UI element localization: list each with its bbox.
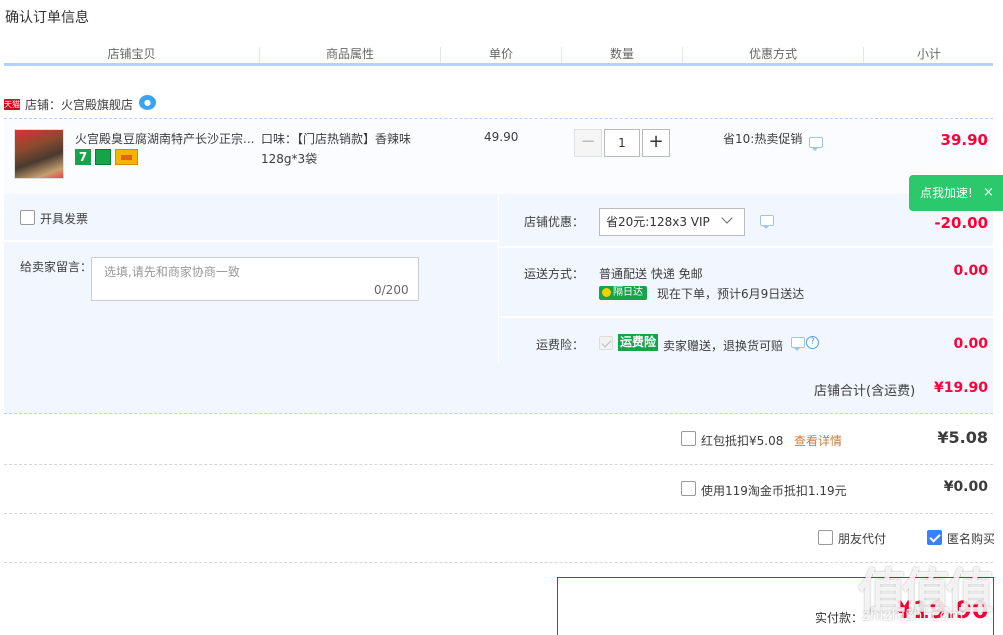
taojinbi-label: 使用119淘金币抵扣1.19元 [701,484,847,498]
panel-divider [499,246,993,248]
panel-divider [499,316,993,318]
memo-label: 给卖家留言： [20,260,93,274]
invoice-label: 开具发票 [40,212,89,226]
col-header-qty: 数量 [609,47,634,61]
insurance-badge: 运费险 [618,334,659,351]
guarantee-icon [95,149,111,165]
panel-divider [498,194,499,362]
product-thumbnail[interactable] [14,129,64,179]
shop-coupon-label: 店铺优惠： [524,215,585,229]
shipping-method: 普通配送 快递 免邮 [599,267,703,281]
col-header-promo: 优惠方式 [748,47,797,61]
red-packet-amount: ¥5.08 [937,428,988,447]
credit-card-icon [115,149,138,165]
promotion-text: 省10:热卖促销 [723,132,803,146]
col-header-item: 店铺宝贝 [107,47,156,61]
row-divider [4,464,993,465]
seven-day-return-icon: 7 [75,149,91,165]
insurance-amount: 0.00 [953,336,988,352]
shipping-eta: 现在下单，预计6月9日送达 [657,287,805,301]
next-day-badge: 隔日达 [599,286,647,300]
red-packet-checkbox[interactable] [681,431,696,446]
shop-coupon-amount: -20.00 [934,214,988,232]
payment-label: 实付款： [815,611,864,625]
shipping-amount: 0.00 [953,263,988,279]
coupon-message-icon[interactable] [760,215,774,229]
tmall-icon: 天猫 [4,99,20,110]
item-subtotal: 39.90 [940,131,988,149]
insurance-desc: 卖家赠送，退换货可赔 [663,339,784,353]
promo-message-icon[interactable] [809,137,823,151]
taojinbi-amount: ¥0.00 [943,479,988,495]
shop-name[interactable]: 店铺：火宫殿旗舰店 [25,96,133,113]
col-header-subtotal: 小计 [916,47,941,61]
insurance-label: 运费险： [536,338,585,352]
header-divider [4,63,993,66]
anonymous-checkbox[interactable] [927,530,942,545]
taojinbi-checkbox[interactable] [681,481,696,496]
shipping-label: 运送方式： [524,267,585,281]
page-title: 确认订单信息 [5,10,89,26]
anonymous-label: 匿名购买 [947,532,996,546]
product-title[interactable]: 火宫殿臭豆腐湖南特产长沙正宗... [75,130,255,147]
help-icon[interactable]: ? [806,336,819,349]
memo-placeholder: 选填,请先和商家协商一致 [104,265,240,279]
shop-coupon-select[interactable]: 省20元:128x3 VIP [599,208,745,236]
unit-price: 49.90 [484,130,519,144]
insurance-message-icon[interactable] [791,337,805,351]
shop-total-amount: ¥19.90 [933,380,988,396]
watermark-url: zhizhizhi.com [862,606,964,624]
quantity-decrease-button[interactable]: − [574,129,602,157]
friend-pay-checkbox[interactable] [818,530,833,545]
product-attributes: 口味：【门店热销款】香辣味128g*3袋 [261,132,412,166]
col-header-attr: 商品属性 [325,47,374,61]
insurance-checkbox [599,336,613,350]
quantity-increase-button[interactable]: + [642,129,670,157]
red-packet-details-link[interactable]: 查看详情 [794,432,842,449]
chat-icon[interactable]: ● [139,95,156,110]
row-divider [4,562,993,563]
panel-divider [4,240,498,242]
memo-char-count: 0/200 [374,283,409,297]
red-packet-label: 红包抵扣¥5.08 [701,434,784,448]
close-icon[interactable]: × [983,185,994,201]
row-divider [4,513,993,514]
col-header-price: 单价 [488,47,513,61]
quantity-input[interactable]: 1 [604,129,640,157]
friend-pay-label: 朋友代付 [838,532,887,546]
invoice-checkbox[interactable] [20,210,35,225]
